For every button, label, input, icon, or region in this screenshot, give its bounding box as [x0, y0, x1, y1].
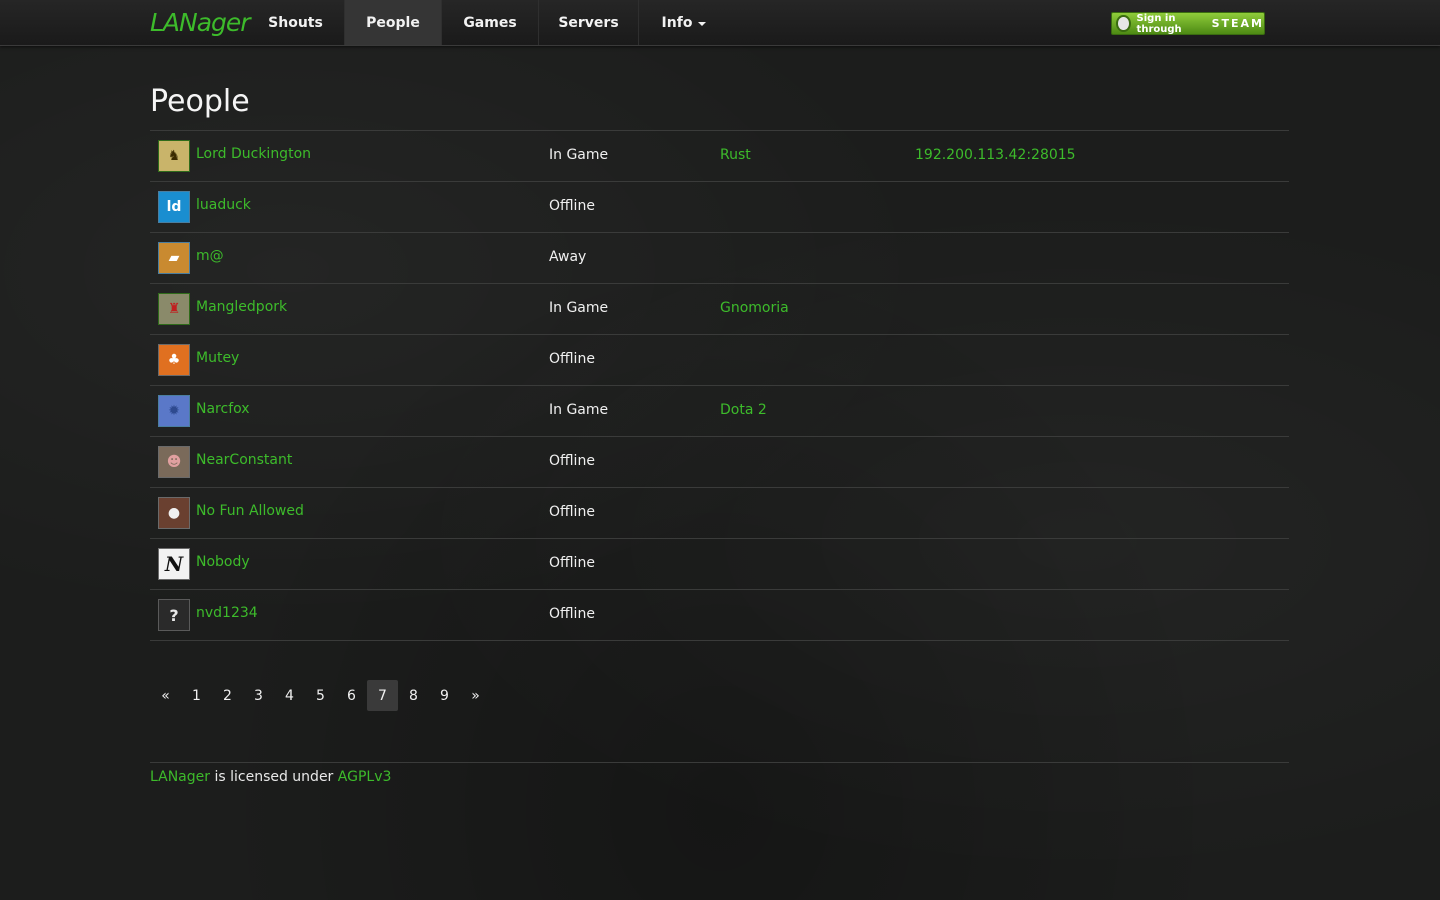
nav-info-label: Info — [661, 14, 693, 31]
nav-games[interactable]: Games — [442, 0, 539, 45]
person-server-link[interactable]: 192.200.113.42:28015 — [915, 147, 1076, 163]
footer-divider — [150, 762, 1289, 763]
table-row: ✹ Narcfox In Game Dota 2 — [150, 385, 1289, 436]
person-name-link[interactable]: No Fun Allowed — [196, 503, 304, 519]
person-name-link[interactable]: m@ — [196, 248, 224, 264]
pagination-page-current[interactable]: 7 — [367, 680, 398, 711]
footer-project-link[interactable]: LANager — [150, 769, 210, 785]
person-status: Offline — [549, 453, 595, 469]
table-row: ● No Fun Allowed Offline — [150, 487, 1289, 538]
bread-avatar-icon[interactable]: ▰ — [158, 242, 190, 274]
table-bottom-border — [150, 640, 1289, 641]
pagination-next[interactable]: » — [460, 680, 491, 711]
nav-people[interactable]: People — [345, 0, 442, 45]
pagination-page[interactable]: 5 — [305, 680, 336, 711]
navbar: LANager Shouts People Games Servers Info… — [0, 0, 1440, 46]
person-game-link[interactable]: Dota 2 — [720, 402, 767, 418]
page-title: People — [150, 84, 250, 119]
nav-servers[interactable]: Servers — [539, 0, 639, 45]
table-row: ▰ m@ Away — [150, 232, 1289, 283]
caret-down-icon — [698, 21, 707, 26]
nav-info-dropdown[interactable]: Info — [639, 0, 729, 45]
footer: LANager is licensed under AGPLv3 — [150, 769, 391, 785]
table-row: ♣ Mutey Offline — [150, 334, 1289, 385]
pink-creature-avatar-icon[interactable]: ☻ — [158, 446, 190, 478]
goomba-avatar-icon[interactable]: ● — [158, 497, 190, 529]
person-name-link[interactable]: Nobody — [196, 554, 250, 570]
person-name-link[interactable]: nvd1234 — [196, 605, 258, 621]
people-table: ♞ Lord Duckington In Game Rust 192.200.1… — [150, 130, 1289, 641]
person-status: Offline — [549, 351, 595, 367]
pagination-page[interactable]: 3 — [243, 680, 274, 711]
person-status: Offline — [549, 555, 595, 571]
table-row: ? nvd1234 Offline — [150, 589, 1289, 640]
ld-logo-avatar-icon[interactable]: ld — [158, 191, 190, 223]
pagination-prev[interactable]: « — [150, 680, 181, 711]
brand-logo[interactable]: LANager — [150, 4, 251, 40]
table-row: N Nobody Offline — [150, 538, 1289, 589]
rubber-duck-avatar-icon[interactable]: ♞ — [158, 140, 190, 172]
pagination-page[interactable]: 9 — [429, 680, 460, 711]
person-game-link[interactable]: Gnomoria — [720, 300, 789, 316]
nav-shouts[interactable]: Shouts — [247, 0, 345, 45]
table-row: ld luaduck Offline — [150, 181, 1289, 232]
person-status: Offline — [549, 504, 595, 520]
question-mark-avatar-icon[interactable]: ? — [158, 599, 190, 631]
person-status: Offline — [549, 606, 595, 622]
person-name-link[interactable]: Mutey — [196, 350, 239, 366]
person-status: In Game — [549, 300, 609, 316]
person-status: In Game — [549, 147, 609, 163]
person-name-link[interactable]: luaduck — [196, 197, 251, 213]
mushroom-avatar-icon[interactable]: ♣ — [158, 344, 190, 376]
table-row: ♜ Mangledpork In Game Gnomoria — [150, 283, 1289, 334]
table-row: ☻ NearConstant Offline — [150, 436, 1289, 487]
steam-signin-button[interactable]: Sign in through STEAM — [1111, 12, 1265, 35]
footer-text: is licensed under — [214, 769, 334, 785]
red-figure-avatar-icon[interactable]: ♜ — [158, 293, 190, 325]
person-name-link[interactable]: Mangledpork — [196, 299, 287, 315]
gothic-n-avatar-icon[interactable]: N — [158, 548, 190, 580]
person-game-link[interactable]: Rust — [720, 147, 751, 163]
pagination-page[interactable]: 6 — [336, 680, 367, 711]
pagination: « 1 2 3 4 5 6 7 8 9 » — [150, 680, 491, 711]
person-status: Offline — [549, 198, 595, 214]
person-status: Away — [549, 249, 587, 265]
person-name-link[interactable]: Lord Duckington — [196, 146, 311, 162]
main-nav: Shouts People Games Servers Info — [247, 0, 729, 45]
person-status: In Game — [549, 402, 609, 418]
pagination-page[interactable]: 1 — [181, 680, 212, 711]
person-name-link[interactable]: Narcfox — [196, 401, 250, 417]
pagination-page[interactable]: 4 — [274, 680, 305, 711]
gear-avatar-icon[interactable]: ✹ — [158, 395, 190, 427]
steam-logo-icon — [1116, 15, 1131, 32]
steam-signin-small-text: Sign in through — [1136, 12, 1182, 35]
footer-license-link[interactable]: AGPLv3 — [338, 769, 392, 785]
pagination-page[interactable]: 8 — [398, 680, 429, 711]
pagination-page[interactable]: 2 — [212, 680, 243, 711]
person-name-link[interactable]: NearConstant — [196, 452, 292, 468]
steam-signin-big-text: STEAM — [1211, 17, 1264, 30]
table-row: ♞ Lord Duckington In Game Rust 192.200.1… — [150, 130, 1289, 181]
